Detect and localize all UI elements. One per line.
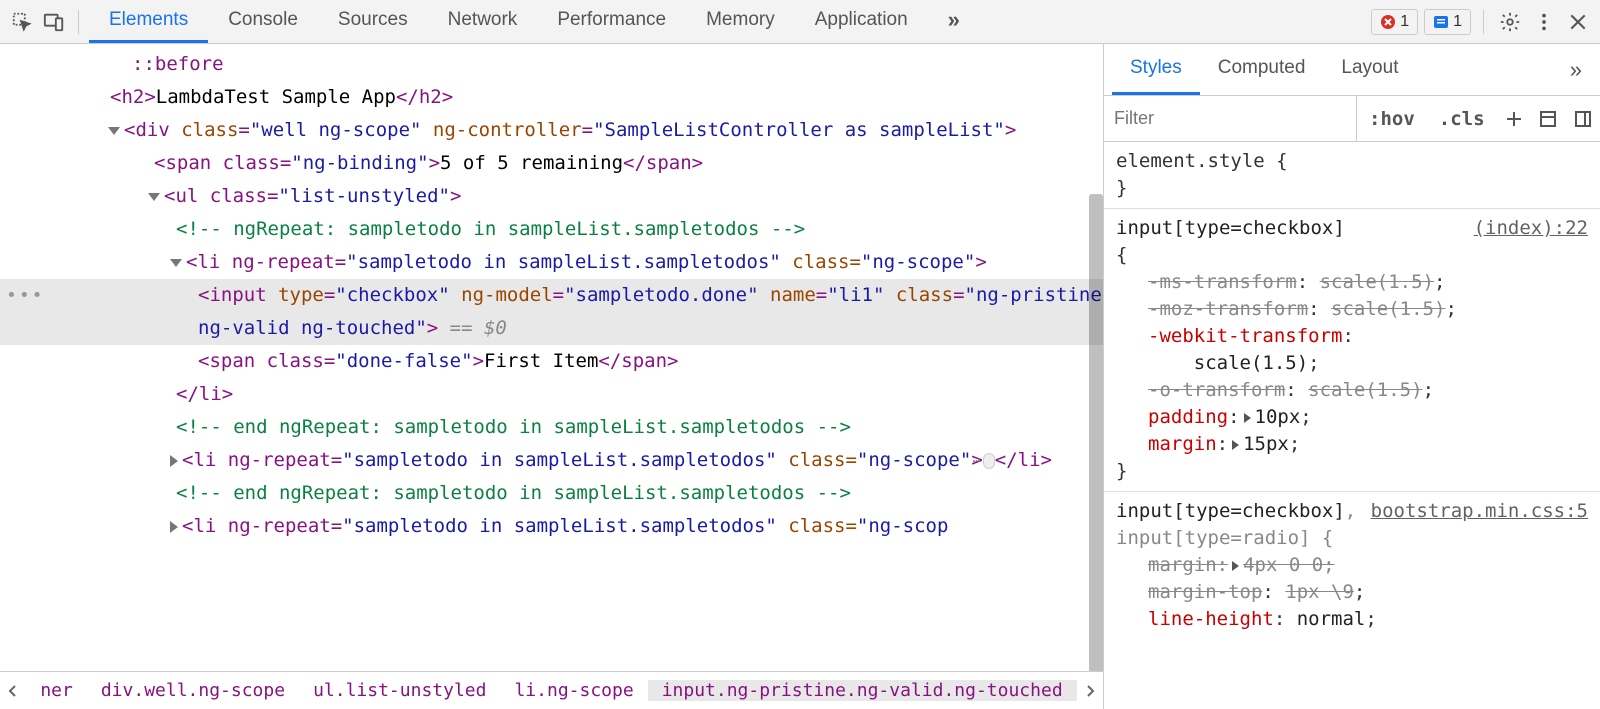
dom-node-li-close[interactable]: </li> (0, 378, 1103, 411)
toggle-sidebar-icon[interactable] (1566, 109, 1600, 129)
dom-node-input-selected[interactable]: •••<input type="checkbox" ng-model="samp… (0, 279, 1103, 345)
cls-toggle[interactable]: .cls (1427, 108, 1497, 130)
rule-source-link[interactable]: bootstrap.min.css:5 (1371, 498, 1588, 552)
pseudo-before: ::before (132, 53, 224, 75)
expand-toggle-icon[interactable] (170, 521, 178, 533)
dom-comment[interactable]: <!-- end ngRepeat: sampletodo in sampleL… (0, 411, 1103, 444)
device-toolbar-icon[interactable] (40, 8, 68, 36)
close-icon[interactable] (1564, 8, 1592, 36)
rule-element-style[interactable]: element.style { } (1104, 142, 1600, 209)
css-property[interactable]: padding:10px; (1116, 404, 1588, 431)
subtab-overflow-icon[interactable]: » (1560, 57, 1592, 83)
settings-gear-icon[interactable] (1496, 8, 1524, 36)
styles-filter-input[interactable] (1104, 96, 1357, 141)
breadcrumb-item[interactable]: div.well.ng-scope (87, 680, 299, 701)
tab-elements[interactable]: Elements (89, 0, 208, 43)
styles-tab-bar: Styles Computed Layout » (1104, 44, 1600, 96)
dom-node-h2[interactable]: <h2>LambdaTest Sample App</h2> (0, 81, 1103, 114)
ellipsis-icon[interactable]: ⋯ (983, 453, 995, 469)
tab-network[interactable]: Network (428, 0, 538, 43)
info-badge[interactable]: 1 (1424, 9, 1471, 35)
breadcrumb-item[interactable]: li.ng-scope (500, 680, 647, 701)
subtab-computed[interactable]: Computed (1200, 44, 1324, 95)
tab-application[interactable]: Application (795, 0, 928, 43)
panel-tabs: Elements Console Sources Network Perform… (89, 0, 1367, 43)
expand-toggle-icon[interactable] (170, 455, 178, 467)
breadcrumb-scroll-right-icon[interactable] (1077, 685, 1103, 697)
expand-shorthand-icon[interactable] (1244, 413, 1251, 423)
expand-toggle-icon[interactable] (148, 193, 160, 201)
css-property[interactable]: margin-top: 1px \9; (1116, 579, 1588, 606)
css-property[interactable]: -moz-transform: scale(1.5); (1116, 296, 1588, 323)
computed-styles-icon[interactable] (1531, 109, 1565, 129)
dom-node-ul[interactable]: <ul class="list-unstyled"> (0, 180, 1103, 213)
css-property[interactable]: margin:4px 0 0; (1116, 552, 1588, 579)
kebab-menu-icon[interactable] (1530, 8, 1558, 36)
tab-performance[interactable]: Performance (537, 0, 686, 43)
rule-selector: input[type=checkbox], input[type=radio] … (1116, 498, 1371, 552)
dom-node-li-collapsed[interactable]: <li ng-repeat="sampletodo in sampleList.… (16, 510, 1103, 543)
dom-node-li[interactable]: <li ng-repeat="sampletodo in sampleList.… (16, 246, 1103, 279)
dom-node-div[interactable]: <div class="well ng-scope" ng-controller… (16, 114, 1103, 147)
expand-toggle-icon[interactable] (170, 259, 182, 267)
css-property[interactable]: -o-transform: scale(1.5); (1116, 377, 1588, 404)
rule-selector: element.style { (1116, 148, 1588, 175)
tab-sources[interactable]: Sources (318, 0, 428, 43)
tab-memory[interactable]: Memory (686, 0, 795, 43)
tab-console[interactable]: Console (208, 0, 318, 43)
tab-overflow-icon[interactable]: » (928, 0, 980, 43)
info-count: 1 (1453, 13, 1462, 31)
rule-input-bootstrap[interactable]: input[type=checkbox], input[type=radio] … (1104, 492, 1600, 639)
new-style-rule-icon[interactable] (1497, 109, 1531, 129)
rule-input-checkbox[interactable]: input[type=checkbox] (index):22 { -ms-tr… (1104, 209, 1600, 492)
dom-tree[interactable]: ::before <h2>LambdaTest Sample App</h2> … (0, 44, 1103, 671)
breadcrumb-item-selected[interactable]: input.ng-pristine.ng-valid.ng-touched (648, 680, 1077, 701)
dom-node-span-item[interactable]: <span class="done-false">First Item</spa… (0, 345, 1103, 378)
dom-node-span-remaining[interactable]: <span class="ng-binding">5 of 5 remainin… (0, 147, 1103, 180)
rule-source-link[interactable]: (index):22 (1474, 215, 1588, 242)
row-actions-icon[interactable]: ••• (6, 279, 45, 312)
styles-panel: Styles Computed Layout » :hov .cls (1104, 44, 1600, 709)
css-property[interactable]: margin:15px; (1116, 431, 1588, 458)
dom-tree-panel: ::before <h2>LambdaTest Sample App</h2> … (0, 44, 1104, 709)
hov-toggle[interactable]: :hov (1357, 108, 1427, 130)
dom-comment[interactable]: <!-- ngRepeat: sampletodo in sampleList.… (0, 213, 1103, 246)
main-toolbar: Elements Console Sources Network Perform… (0, 0, 1600, 44)
styles-rules[interactable]: element.style { } input[type=checkbox] (… (1104, 142, 1600, 709)
styles-toolbar: :hov .cls (1104, 96, 1600, 142)
error-count: 1 (1400, 13, 1409, 31)
expand-toggle-icon[interactable] (108, 127, 120, 135)
error-badge[interactable]: 1 (1371, 9, 1418, 35)
inspect-element-icon[interactable] (8, 8, 36, 36)
css-property[interactable]: line-height: normal; (1116, 606, 1588, 633)
scrollbar[interactable] (1089, 194, 1103, 671)
breadcrumb-trail: ner div.well.ng-scope ul.list-unstyled l… (0, 671, 1103, 709)
css-property[interactable]: -webkit-transform: scale(1.5); (1116, 323, 1588, 377)
breadcrumb-scroll-left-icon[interactable] (0, 685, 26, 697)
css-property[interactable]: -ms-transform: scale(1.5); (1116, 269, 1588, 296)
breadcrumb-item[interactable]: ul.list-unstyled (299, 680, 500, 701)
subtab-layout[interactable]: Layout (1323, 44, 1416, 95)
subtab-styles[interactable]: Styles (1112, 44, 1200, 95)
dom-comment[interactable]: <!-- end ngRepeat: sampletodo in sampleL… (0, 477, 1103, 510)
breadcrumb-item[interactable]: ner (26, 680, 87, 701)
expand-shorthand-icon[interactable] (1232, 440, 1239, 450)
expand-shorthand-icon[interactable] (1232, 561, 1239, 571)
dom-node-li-collapsed[interactable]: <li ng-repeat="sampletodo in sampleList.… (16, 444, 1103, 477)
rule-selector: input[type=checkbox] (1116, 215, 1474, 242)
